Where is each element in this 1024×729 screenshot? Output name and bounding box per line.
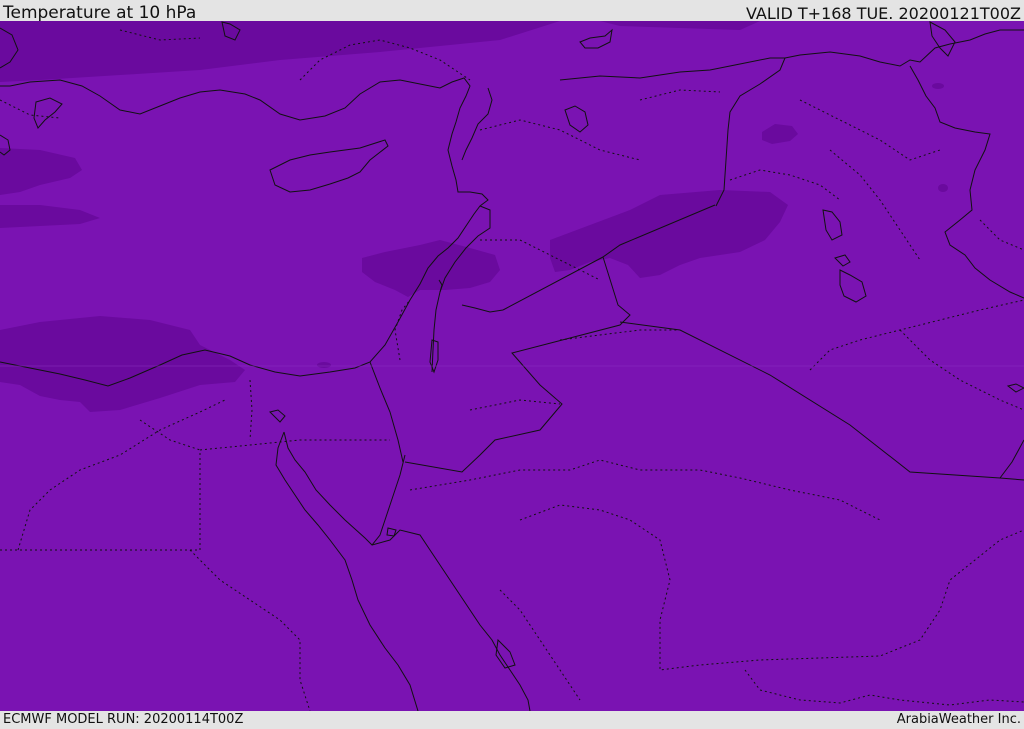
header-bar: Temperature at 10 hPa VALID T+168 TUE. 2… (0, 0, 1024, 23)
map-title: Temperature at 10 hPa (3, 3, 197, 23)
weather-map[interactable] (0, 21, 1024, 711)
credit: ArabiaWeather Inc. (896, 712, 1021, 727)
footer-bar: ECMWF MODEL RUN: 20200114T00Z ArabiaWeat… (0, 711, 1024, 729)
model-run: ECMWF MODEL RUN: 20200114T00Z (3, 712, 244, 727)
